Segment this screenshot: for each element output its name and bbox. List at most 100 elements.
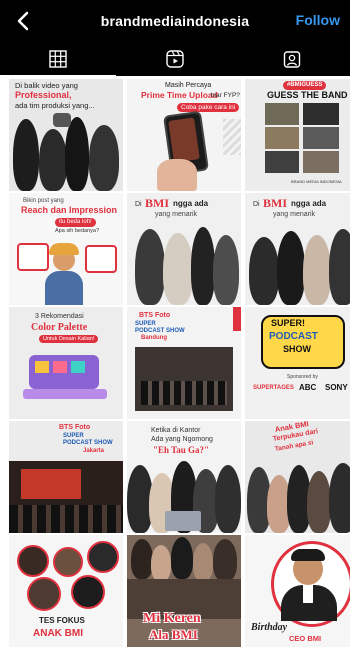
person-figure [135,229,165,305]
monitor-shape [85,245,117,273]
monitor-shape [17,243,49,271]
follow-button[interactable]: Follow [296,12,340,28]
post-1[interactable]: Di balik video yang Professional, ada ti… [9,79,123,191]
person-figure [65,117,89,191]
post-4-pill: itu beda loh! [55,218,96,227]
post-5-line3: yang menarik [155,211,198,218]
face-circle [87,541,119,573]
tab-posts-grid[interactable] [0,44,116,76]
post-5-line2: ngga ada [173,199,209,208]
post-6-line3: yang menarik [273,211,316,218]
swatch [71,361,85,373]
tab-reels[interactable] [117,44,233,76]
post-7-line2: Color Palette [31,322,88,333]
post-3-footer: BRAND MEDIA INDONESIA [291,179,342,184]
post-15-line1: Birthday [251,622,288,633]
post-15[interactable]: Birthday CEO BMI [245,535,350,647]
person-hair [49,243,79,255]
sponsor-2: ABC [299,383,317,392]
post-13-line1: TES FOKUS [39,616,85,625]
post-1-line1: Di balik video yang [15,81,78,90]
portrait-hair [291,549,325,561]
post-1-line3: ada tim produksi yang... [15,101,95,110]
crowd-shape [141,381,227,405]
post-4-line1: Bikin post yang [23,198,64,204]
photo-tile [303,127,339,149]
post-13[interactable]: TES FOKUS ANAK BMI [9,535,123,647]
post-11-line2: Ada yang Ngomong [151,436,213,443]
decor-bar [233,307,241,331]
profile-tabs [0,44,350,76]
person-figure [329,463,350,533]
posts-grid: Di balik video yang Professional, ada ti… [0,78,350,647]
sponsor-3: SONY [325,383,348,392]
post-3-tag: #BMIGUESS [283,81,327,90]
post-14-line2: Ala BMI [149,627,198,642]
post-3[interactable]: #BMIGUESS GUESS THE BAND BRAND MEDIA IND… [245,79,350,191]
post-11[interactable]: Ketika di Kantor Ada yang Ngomong "Eh Ta… [127,421,241,533]
post-11-line1: Ketika di Kantor [151,427,201,434]
post-6-line2: ngga ada [291,199,327,208]
tab-tagged[interactable] [234,44,350,76]
post-6-line1: Di [253,201,260,208]
post-8[interactable]: BTS Foto SUPER PODCAST SHOW Bandung [127,307,241,419]
person-figure [151,545,171,581]
person-figure [171,537,193,579]
panel-people [9,505,123,533]
sponsor-1: SUPERTAGES [253,385,294,391]
post-9-sponsor-label: Sponsored by [287,374,318,380]
post-5[interactable]: Di BMI ngga ada yang menarik [127,193,241,305]
post-10[interactable]: BTS Foto SUPER PODCAST SHOW Jakarta [9,421,123,533]
photo-tile [265,151,299,173]
post-5-brand: BMI [145,196,169,210]
post-2[interactable]: Masih Percaya Prime Time Upload biar FYP… [127,79,241,191]
post-5-line1: Di [135,201,142,208]
post-10-line3: Jakarta [83,448,105,454]
post-6-brand: BMI [263,196,287,210]
post-8-line1: BTS Foto [139,312,171,319]
post-12[interactable]: Anak BMI Terpukau dari Tanah apa si [245,421,350,533]
person-figure [249,237,279,305]
post-7-line3: Untuk Desain Kalian! [39,335,99,344]
hand-shape [157,159,197,191]
camera-shape [53,113,71,127]
post-3-line1: GUESS THE BAND [267,90,348,100]
face-circle [53,547,83,577]
swatch [53,361,67,373]
post-2-line4: Coba pake cara ini [177,103,240,113]
post-10-line2: SUPER PODCAST SHOW [63,433,113,446]
person-figure [39,129,67,191]
post-8-line3: Bandung [141,335,167,341]
post-7[interactable]: 3 Rekomendasi Color Palette Untuk Desain… [9,307,123,419]
swatch [35,361,49,373]
person-figure [191,227,215,305]
person-figure [213,235,239,305]
post-15-line2: CEO BMI [289,634,322,643]
post-9[interactable]: SUPER! PODCAST SHOW Sponsored by SUPERTA… [245,307,350,419]
post-2-line1: Masih Percaya [165,82,212,89]
person-figure [303,235,331,305]
post-8-line2: SUPER PODCAST SHOW [135,321,185,334]
stage-screen [21,469,81,499]
photo-tile [303,103,339,125]
photo-tile [303,151,339,173]
person-body [45,271,83,305]
grid-icon [49,50,67,68]
post-4-line2: Reach dan Impression [21,205,118,215]
laptop-shape [165,511,201,531]
post-14[interactable]: Mi Keren Ala BMI [127,535,241,647]
post-4[interactable]: Bikin post yang Reach dan Impression itu… [9,193,123,305]
reels-icon [166,50,184,68]
post-6[interactable]: Di BMI ngga ada yang menarik [245,193,350,305]
person-figure [215,465,241,533]
profile-header: brandmediaindonesia Follow [0,0,350,44]
profile-screen: brandmediaindonesia Follow Di balik vide… [0,0,350,647]
face-circle [17,545,49,577]
post-13-line2: ANAK BMI [33,628,83,639]
person-figure [89,125,119,191]
tagged-icon [283,51,301,68]
portrait-shirt [303,585,313,603]
person-figure [277,231,305,305]
post-2-pill: Coba pake cara ini [177,103,240,113]
person-figure [213,539,237,581]
